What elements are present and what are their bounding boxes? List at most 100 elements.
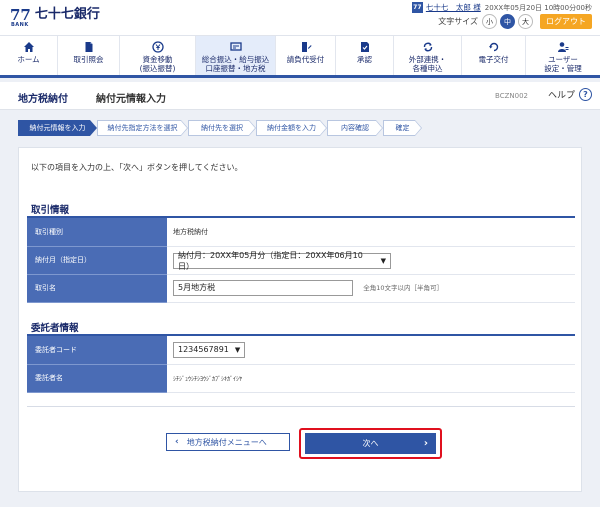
screen-id: BCZN002 xyxy=(495,92,528,100)
global-nav: ホーム 取引照会 資金移動 (振込振替) 総合振込・給与振込 口座振替・地方税 … xyxy=(0,35,600,78)
step-label: 納付先指定方法を選択 xyxy=(107,124,178,132)
step-label: 納付元情報を入力 xyxy=(29,124,86,132)
main-panel: 以下の項目を入力の上、「次へ」ボタンを押してください。 取引情報 取引種別 地方… xyxy=(18,147,582,492)
nav-electronic-delivery[interactable]: 電子交付 xyxy=(462,36,526,75)
field-label: 委託者コード xyxy=(27,336,167,365)
field-label: 納付月（指定日） xyxy=(27,246,167,275)
nav-label: ユーザー 設定・管理 xyxy=(544,55,582,73)
dropdown-arrow-icon: ▼ xyxy=(234,345,241,354)
nav-label: 総合振込・給与振込 口座振替・地方税 xyxy=(201,55,270,73)
chevron-right-icon: › xyxy=(423,438,428,449)
nav-contract-acceptance[interactable]: 請負代受付 xyxy=(276,36,336,75)
button-label: 地方税納付メニューへ xyxy=(186,437,267,447)
document-pen-icon xyxy=(301,42,311,52)
logo-sub: BANK xyxy=(11,22,29,28)
bank-name: 七十七銀行 xyxy=(34,7,100,22)
logout-button[interactable]: ログアウト xyxy=(540,14,592,29)
refresh-icon xyxy=(488,42,498,52)
field-label: 取引名 xyxy=(27,274,167,303)
page-subtitle: 納付元情報入力 xyxy=(96,94,166,105)
nav-user-settings[interactable]: ユーザー 設定・管理 xyxy=(526,36,600,75)
help-icon: ? xyxy=(579,88,592,101)
payment-month-select[interactable]: 納付月：20XX年05月分（指定日：20XX年06月10日） ▼ xyxy=(173,250,391,271)
header: 77 BANK 七十七銀行 77 七十七 太郎 様 20XX年05月20日 10… xyxy=(0,0,600,35)
field-value: 納付月：20XX年05月分（指定日：20XX年06月10日） ▼ xyxy=(167,246,575,275)
last-login: 20XX年05月20日 10時00分00秒 xyxy=(484,3,592,12)
payroll-icon xyxy=(229,42,242,51)
user-info: 77 七十七 太郎 様 20XX年05月20日 10時00分00秒 xyxy=(411,2,592,13)
step-label: 納付金額を入力 xyxy=(267,124,316,132)
chevron-left-icon: ‹ xyxy=(175,437,179,447)
field-value: ｼﾁｼﾞｭｳｼﾁｼﾖｳｼﾞｶﾌﾞｼｷｶﾞｲｼﾔ xyxy=(167,364,575,393)
button-label: 次へ xyxy=(362,439,379,448)
sync-icon xyxy=(423,42,432,52)
user-badge-icon: 77 xyxy=(411,2,423,13)
step-label: 納付先を選択 xyxy=(201,124,243,132)
bank-logo[interactable]: 77 BANK 七十七銀行 xyxy=(10,6,100,29)
step-6: 確定 xyxy=(383,120,422,136)
nav-label: ホーム xyxy=(17,55,40,64)
nav-approval[interactable]: 承認 xyxy=(336,36,394,75)
step-label: 内容確認 xyxy=(341,124,369,132)
nav-bulk-payment[interactable]: 総合振込・給与振込 口座振替・地方税 xyxy=(196,36,276,75)
field-label: 委託者名 xyxy=(27,364,167,393)
font-size-label: 文字サイズ xyxy=(438,17,478,26)
consignor-code-select[interactable]: 1234567891 ▼ xyxy=(173,341,245,358)
field-value: 1234567891 ▼ xyxy=(167,336,575,365)
page-title-bar: 地方税納付 納付元情報入力 BCZN002 ヘルプ ? xyxy=(0,82,600,110)
nav-label: 電子交付 xyxy=(478,55,509,64)
font-size-small-button[interactable]: 小 xyxy=(482,14,497,29)
font-size-control: 文字サイズ 小 中 大 ログアウト xyxy=(438,14,592,29)
help-label: ヘルプ xyxy=(547,91,575,101)
field-value: 5月地方税 全角10文字以内［半角可］ xyxy=(167,274,575,303)
user-name-link[interactable]: 七十七 太郎 様 xyxy=(426,2,481,13)
page-title: 地方税納付 xyxy=(18,94,68,105)
nav-label: 資金移動 (振込振替) xyxy=(139,55,176,73)
consignor-name-value: ｼﾁｼﾞｭｳｼﾁｼﾖｳｼﾞｶﾌﾞｼｷｶﾞｲｼﾔ xyxy=(173,375,243,383)
form-row-type: 取引種別 地方税納付 xyxy=(27,218,575,247)
nav-fund-transfer[interactable]: 資金移動 (振込振替) xyxy=(120,36,196,75)
document-icon xyxy=(85,42,92,52)
step-label: 確定 xyxy=(395,124,410,132)
home-icon xyxy=(23,42,34,52)
nav-transaction-inquiry[interactable]: 取引照会 xyxy=(58,36,120,75)
progress-steps: 納付元情報を入力 納付先指定方法を選択 納付先を選択 納付金額を入力 内容確認 … xyxy=(18,120,422,136)
next-button[interactable]: 次へ › xyxy=(305,433,436,454)
step-3: 納付先を選択 xyxy=(188,120,256,136)
back-to-menu-button[interactable]: ‹ 地方税納付メニューへ xyxy=(166,433,290,451)
form-row-name: 取引名 5月地方税 全角10文字以内［半角可］ xyxy=(27,274,575,303)
select-value: 納付月：20XX年05月分（指定日：20XX年06月10日） xyxy=(178,250,363,271)
nav-label: 取引照会 xyxy=(73,55,104,64)
approval-icon xyxy=(360,42,369,52)
form-row-code: 委託者コード 1234567891 ▼ xyxy=(27,336,575,365)
section-title-consignor: 委託者情報 xyxy=(31,323,79,334)
nav-home[interactable]: ホーム xyxy=(0,36,58,75)
step-2: 納付先指定方法を選択 xyxy=(97,120,188,136)
user-settings-icon xyxy=(558,42,569,52)
consignor-form: 委託者コード 1234567891 ▼ 委託者名 ｼﾁｼﾞｭｳｼﾁｼﾖｳｼﾞｶﾌ… xyxy=(27,336,575,393)
transaction-type-value: 地方税納付 xyxy=(167,218,575,247)
yen-transfer-icon xyxy=(151,41,164,53)
nav-label: 承認 xyxy=(357,55,372,64)
section-divider xyxy=(27,406,575,407)
transaction-form: 取引種別 地方税納付 納付月（指定日） 納付月：20XX年05月分（指定日：20… xyxy=(27,218,575,303)
select-value: 1234567891 xyxy=(178,345,229,355)
step-4: 納付金額を入力 xyxy=(256,120,327,136)
nav-label: 外部連携・ 各種申込 xyxy=(408,55,447,73)
section-title-transaction: 取引情報 xyxy=(31,205,70,216)
logo-mark: 77 xyxy=(10,6,31,24)
font-size-medium-button[interactable]: 中 xyxy=(500,14,515,29)
nav-label: 請負代受付 xyxy=(286,55,325,64)
next-button-highlight: 次へ › xyxy=(299,428,442,459)
nav-external-link[interactable]: 外部連携・ 各種申込 xyxy=(394,36,462,75)
help-link[interactable]: ヘルプ ? xyxy=(548,88,592,101)
dropdown-arrow-icon: ▼ xyxy=(380,256,386,265)
field-label: 取引種別 xyxy=(27,218,167,247)
instruction-text: 以下の項目を入力の上、「次へ」ボタンを押してください。 xyxy=(31,163,243,172)
font-size-large-button[interactable]: 大 xyxy=(518,14,533,29)
step-5: 内容確認 xyxy=(327,120,383,136)
form-row-month: 納付月（指定日） 納付月：20XX年05月分（指定日：20XX年06月10日） … xyxy=(27,246,575,275)
step-1: 納付元情報を入力 xyxy=(18,120,97,136)
transaction-name-input[interactable]: 5月地方税 xyxy=(173,280,353,296)
input-hint: 全角10文字以内［半角可］ xyxy=(363,284,444,292)
